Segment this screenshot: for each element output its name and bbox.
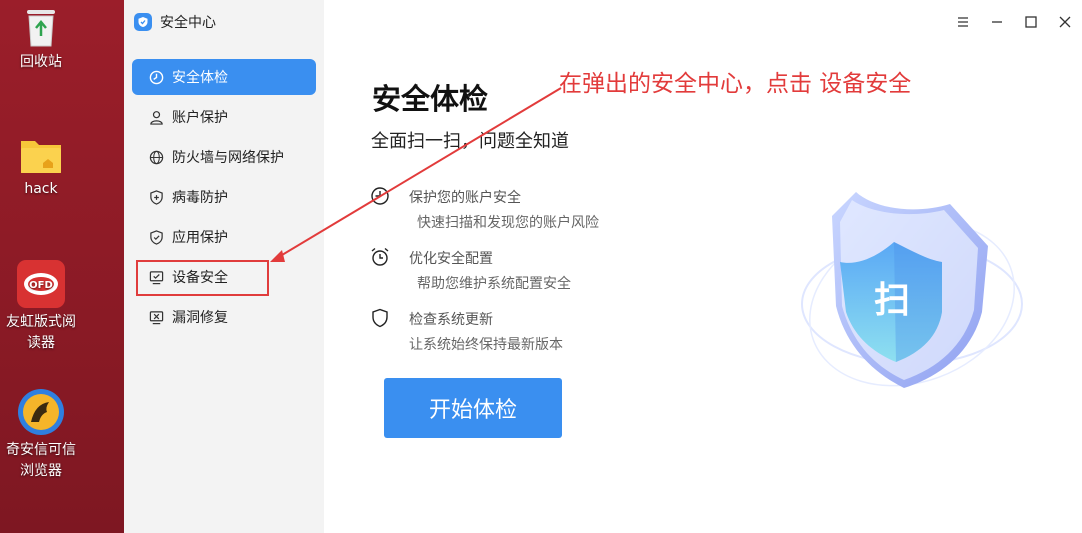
desktop: 回收站 hack OFD 友虹版式阅读器 奇安信可信浏览器 [0, 0, 124, 533]
desktop-icon-hack-folder[interactable]: hack [0, 135, 82, 200]
folder-icon [21, 141, 61, 173]
security-center-window: 安全中心 安全体检 账户保护 防火墙与网络保护 病毒防护 应用保护 设备安全 漏… [124, 0, 1082, 533]
svg-text:OFD: OFD [29, 280, 53, 291]
desktop-icon-label: hack [24, 181, 58, 197]
browser-icon [18, 389, 64, 435]
annotation-text: 在弹出的安全中心，点击 设备安全 [559, 71, 912, 97]
desktop-icon-recycle-bin[interactable]: 回收站 [0, 6, 82, 73]
recycle-bin-icon [27, 10, 55, 47]
desktop-icon-label: 回收站 [20, 54, 62, 70]
desktop-icon-ofd-reader[interactable]: OFD 友虹版式阅读器 [0, 260, 82, 354]
desktop-icon-label: 奇安信可信浏览器 [6, 442, 76, 479]
desktop-icon-label: 友虹版式阅读器 [6, 314, 76, 351]
ofd-reader-icon: OFD [17, 260, 65, 308]
desktop-icon-qianxin-browser[interactable]: 奇安信可信浏览器 [0, 388, 82, 482]
